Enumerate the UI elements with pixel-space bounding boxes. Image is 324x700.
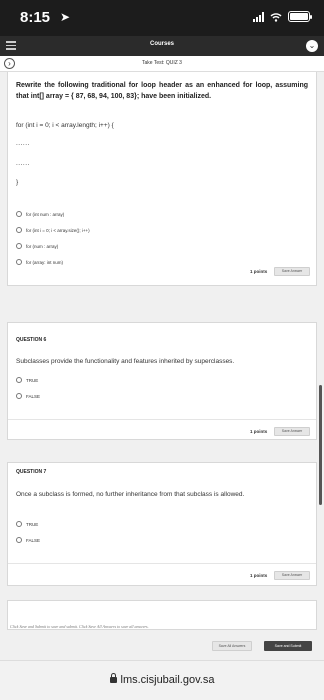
points-label: 1 points xyxy=(250,429,268,434)
option-label: for (int num : array) xyxy=(26,211,65,217)
answer-option[interactable]: for (int i = 0; i < array.size(); i++) xyxy=(16,227,90,233)
url-display[interactable]: lms.cisjubail.gov.sa xyxy=(0,673,324,686)
save-and-submit-button[interactable]: Save and Submit xyxy=(264,641,312,651)
radio-button[interactable] xyxy=(16,243,22,249)
option-label: TRUE xyxy=(26,377,39,383)
divider xyxy=(8,419,316,420)
question-5-text: Rewrite the following traditional for lo… xyxy=(16,82,308,100)
radio-button[interactable] xyxy=(16,259,22,265)
answer-option[interactable]: for (int num : array) xyxy=(16,211,64,217)
code-line: ...... xyxy=(16,140,30,147)
question-7-panel: QUESTION 7 Once a subclass is formed, no… xyxy=(7,462,317,586)
answer-option[interactable]: for (num : array) xyxy=(16,243,58,249)
answer-option[interactable]: TRUE xyxy=(16,377,38,383)
points-label: 1 points xyxy=(250,269,268,274)
signal-icon xyxy=(253,11,264,22)
code-line: ...... xyxy=(16,160,30,167)
option-label: FALSE xyxy=(26,393,41,399)
points-label: 1 points xyxy=(250,573,268,578)
lock-icon xyxy=(109,673,117,683)
app-header: Courses ⌄ xyxy=(0,36,324,56)
save-answer-button[interactable]: Save Answer xyxy=(274,427,310,436)
option-label: for (int i = 0; i < array.size(); i++) xyxy=(26,227,90,233)
radio-button[interactable] xyxy=(16,537,22,543)
save-all-answers-button[interactable]: Save All Answers xyxy=(212,641,252,651)
status-icons xyxy=(253,11,312,22)
answer-option[interactable]: FALSE xyxy=(16,393,40,399)
wifi-icon xyxy=(270,12,282,22)
question-6-panel: QUESTION 6 Subclasses provide the functi… xyxy=(7,322,317,440)
save-answer-button[interactable]: Save Answer xyxy=(274,267,310,276)
answer-option[interactable]: for (array: int num) xyxy=(16,259,63,265)
question-7-text: Once a subclass is formed, no further in… xyxy=(16,491,245,498)
status-bar: 8:15 ➤ xyxy=(0,0,324,36)
radio-button[interactable] xyxy=(16,227,22,233)
scrollbar[interactable] xyxy=(319,385,322,505)
battery-icon xyxy=(288,11,312,22)
option-label: FALSE xyxy=(26,537,41,543)
answer-option[interactable]: FALSE xyxy=(16,537,40,543)
app-title: Courses xyxy=(149,41,174,47)
question-6-text: Subclasses provide the functionality and… xyxy=(16,358,235,365)
radio-button[interactable] xyxy=(16,377,22,383)
option-label: for (num : array) xyxy=(26,243,59,249)
radio-button[interactable] xyxy=(16,393,22,399)
status-time: 8:15 xyxy=(20,9,51,26)
question-label: QUESTION 6 xyxy=(16,337,47,343)
code-line: } xyxy=(16,179,19,186)
submit-instructions: Click Save and Submit to save and submit… xyxy=(10,624,149,629)
answer-option[interactable]: TRUE xyxy=(16,521,38,527)
option-label: for (array: int num) xyxy=(26,259,64,265)
url-text: lms.cisjubail.gov.sa xyxy=(120,674,215,686)
chevron-down-icon[interactable]: ⌄ xyxy=(306,40,318,52)
divider xyxy=(8,563,316,564)
radio-button[interactable] xyxy=(16,521,22,527)
code-line: for (int i = 0; i < array.length; i++) { xyxy=(16,122,114,129)
browser-url-bar[interactable]: lms.cisjubail.gov.sa xyxy=(0,660,324,700)
test-header: › Take Test: QUIZ 3 xyxy=(0,56,324,72)
question-label: QUESTION 7 xyxy=(16,469,47,475)
question-5-panel: Rewrite the following traditional for lo… xyxy=(7,72,317,286)
test-title: Take Test: QUIZ 3 xyxy=(142,60,182,66)
location-arrow-icon: ➤ xyxy=(60,10,71,24)
radio-button[interactable] xyxy=(16,211,22,217)
option-label: TRUE xyxy=(26,521,39,527)
save-answer-button[interactable]: Save Answer xyxy=(274,571,310,580)
